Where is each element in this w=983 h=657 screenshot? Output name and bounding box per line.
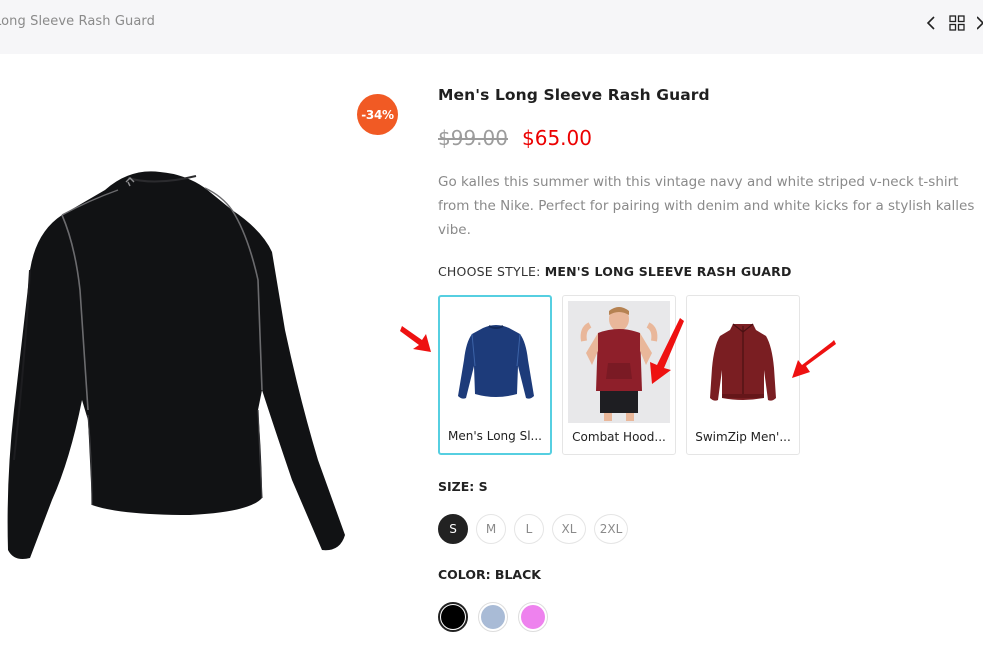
style-label: CHOOSE STYLE: MEN'S LONG SLEEVE RASH GUA… [438, 264, 792, 279]
size-option-s[interactable]: S [438, 514, 468, 544]
chevron-right-icon[interactable] [977, 15, 983, 31]
size-option-m[interactable]: M [476, 514, 506, 544]
swimzip-thumbnail [692, 301, 794, 423]
size-option-2xl[interactable]: 2XL [594, 514, 628, 544]
color-options [438, 602, 548, 632]
annotation-arrow-1 [400, 326, 431, 352]
color-option-black[interactable] [438, 602, 468, 632]
breadcrumb[interactable]: Long Sleeve Rash Guard [0, 14, 155, 29]
annotation-arrow-3 [792, 340, 836, 378]
annotation-arrow-2 [650, 318, 684, 384]
size-option-l[interactable]: L [514, 514, 544, 544]
style-option-label: Men's Long Sl... [448, 429, 542, 443]
size-option-xl[interactable]: XL [552, 514, 586, 544]
size-options: S M L XL 2XL [438, 514, 628, 544]
rash-guard-thumbnail [445, 302, 547, 424]
style-selected-value: MEN'S LONG SLEEVE RASH GUARD [544, 264, 792, 279]
style-option-swimzip[interactable]: SwimZip Men'... [686, 295, 800, 455]
color-option-pink[interactable] [518, 602, 548, 632]
product-nav [925, 12, 983, 34]
color-swatch [441, 605, 465, 629]
product-main-image[interactable] [0, 160, 350, 565]
color-label: COLOR: BLACK [438, 567, 541, 582]
style-label-prefix: CHOOSE STYLE: [438, 264, 541, 279]
style-option-rash-guard[interactable]: Men's Long Sl... [438, 295, 552, 455]
color-option-light-blue[interactable] [478, 602, 508, 632]
sale-badge: -34% [357, 94, 398, 135]
style-option-label: SwimZip Men'... [695, 430, 791, 444]
grid-icon[interactable] [949, 15, 965, 31]
chevron-left-icon[interactable] [925, 15, 937, 31]
color-swatch [481, 605, 505, 629]
sale-price: $65.00 [522, 126, 592, 150]
top-bar: Long Sleeve Rash Guard [0, 0, 983, 54]
product-description: Go kalles this summer with this vintage … [438, 174, 975, 238]
original-price: $99.00 [438, 126, 508, 150]
size-label: SIZE: S [438, 479, 488, 494]
style-option-label: Combat Hood... [572, 430, 666, 444]
color-swatch [521, 605, 545, 629]
product-title: Men's Long Sleeve Rash Guard [438, 86, 710, 104]
